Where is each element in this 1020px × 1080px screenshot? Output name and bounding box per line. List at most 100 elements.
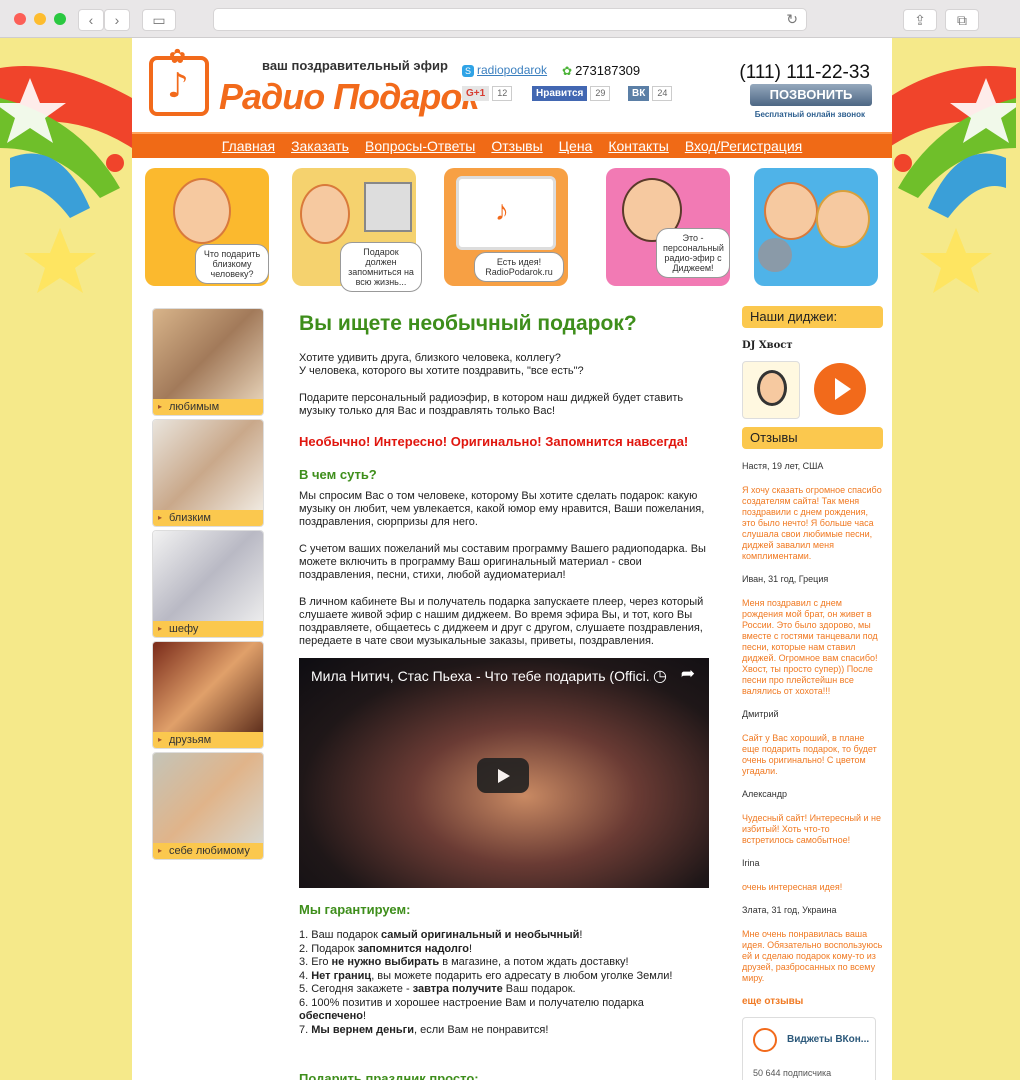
essence-heading: В чем суть?: [299, 467, 377, 482]
nav-faq[interactable]: Вопросы-Ответы: [365, 134, 475, 158]
essence-paragraph-2: С учетом ваших пожеланий мы составим про…: [299, 543, 706, 581]
banner-bubble-2: Подарок должен запомниться на всю жизнь.…: [340, 242, 422, 292]
nav-reviews[interactable]: Отзывы: [491, 134, 542, 158]
nav-order[interactable]: Заказать: [291, 134, 349, 158]
skype-link[interactable]: Sradiopodarok: [462, 63, 547, 77]
zoom-window-button[interactable]: [54, 13, 66, 25]
play-button[interactable]: [477, 758, 529, 793]
banner-card-1[interactable]: Что подарить близкому человеку?: [145, 168, 269, 286]
banner-card-2[interactable]: Подарок должен запомниться на всю жизнь.…: [292, 168, 422, 292]
review-author: Иван, 31 год, Греция: [742, 574, 829, 584]
vk-widget-title[interactable]: Виджеты ВКон...: [787, 1034, 869, 1045]
watch-later-icon[interactable]: ◷: [653, 666, 667, 686]
skype-text: radiopodarok: [477, 63, 548, 77]
nav-price[interactable]: Цена: [559, 134, 593, 158]
guarantee-text: Ваш подарок.: [502, 983, 576, 995]
headphones-icon: [757, 370, 787, 406]
guarantee-text: в магазине, а потом ждать доставку!: [439, 956, 629, 968]
guarantee-item: 6. 100% позитив и хорошее настроение Вам…: [299, 997, 709, 1024]
sidebar-toggle-icon[interactable]: ▭: [142, 9, 176, 31]
girl-illustration: [816, 190, 870, 248]
category-loved[interactable]: ▸ любимым: [152, 308, 264, 416]
nav-home[interactable]: Главная: [222, 134, 275, 158]
essence-paragraph-1: Мы спросим Вас о том человеке, которому …: [299, 490, 705, 528]
guarantee-bold: Мы вернем деньги: [311, 1023, 414, 1036]
more-reviews-link[interactable]: еще отзывы: [742, 996, 883, 1007]
icq-text: 273187309: [575, 63, 641, 78]
main-nav: Главная Заказать Вопросы-Ответы Отзывы Цена К…: [132, 132, 892, 158]
category-self[interactable]: ▸ себе любимому: [152, 752, 264, 860]
intro-line-1: Хотите удивить друга, близкого человека,…: [299, 352, 561, 364]
reload-icon[interactable]: ↻: [786, 11, 798, 28]
category-label-text: шефу: [169, 623, 199, 635]
guarantee-item: 4. Нет границ, вы можете подарить его ад…: [299, 970, 709, 984]
banner-bubble-3: Есть идея! RadioPodarok.ru: [474, 252, 564, 282]
guarantee-text: 5. Сегодня закажете -: [299, 983, 413, 995]
guarantee-bold: завтра получите: [412, 983, 503, 995]
guarantee-text: , если Вам не понравится!: [413, 1023, 549, 1036]
guarantee-text: , вы можете подарить его адресату в любо…: [371, 969, 673, 982]
decor-right: [888, 38, 1020, 1080]
close-window-button[interactable]: [14, 13, 26, 25]
call-note: Бесплатный онлайн звонок: [754, 110, 865, 119]
back-button[interactable]: ‹: [78, 9, 104, 31]
dj-avatar[interactable]: [742, 361, 800, 419]
vk-widget[interactable]: ВК 24: [628, 86, 673, 101]
review-text: Меня поздравил с днем рождения мой брат,…: [742, 598, 878, 696]
category-label: ▸ себе любимому: [153, 843, 263, 859]
nav-contacts[interactable]: Контакты: [608, 134, 668, 158]
fb-widget[interactable]: Нравится 29: [532, 86, 611, 101]
address-bar[interactable]: ↻: [213, 8, 807, 31]
icq-icon: ✿: [562, 64, 573, 78]
boy-illustration: [173, 178, 231, 244]
share-icon[interactable]: ⇪: [903, 9, 937, 31]
guarantee-text: 2. Подарок: [299, 942, 358, 955]
category-label: ▸ шефу: [153, 621, 263, 637]
gplus-count: 12: [492, 86, 513, 101]
video-player[interactable]: Мила Нитич, Стас Пьеха - Что тебе подари…: [299, 658, 709, 888]
gplus-widget[interactable]: G+1 12: [462, 86, 513, 101]
category-label: ▸ близким: [153, 510, 263, 526]
video-title[interactable]: Мила Нитич, Стас Пьеха - Что тебе подари…: [311, 668, 651, 684]
guarantee-item: 5. Сегодня закажете - завтра получите Ва…: [299, 983, 709, 997]
music-note-icon: ♪: [495, 195, 509, 226]
minimize-window-button[interactable]: [34, 13, 46, 25]
gplus-button[interactable]: G+1: [462, 86, 490, 101]
fb-count: 29: [590, 86, 611, 101]
stars-decoration: [0, 66, 132, 293]
boy-illustration: [764, 182, 818, 240]
guarantee-item: 3. Его не нужно выбирать в магазине, а п…: [299, 956, 709, 970]
decor-left: [0, 38, 132, 1080]
guarantee-text: 6. 100% позитив и хорошее настроение Вам…: [299, 996, 644, 1009]
intro-line-2: У человека, которого вы хотите поздравит…: [299, 365, 584, 377]
gift-logo-icon[interactable]: ✿ ♪: [149, 46, 209, 116]
guarantee-text: 7.: [299, 1023, 312, 1036]
review-text: Чудесный сайт! Интересный и не избитый! …: [742, 813, 882, 845]
banner-card-4[interactable]: Это - персональный радио-эфир с Диджеем!: [606, 168, 730, 286]
banner-bubble-4: Это - персональный радио-эфир с Диджеем!: [656, 228, 730, 278]
family-photo: [153, 420, 263, 512]
guarantee-bold: запомнится надолго: [357, 942, 470, 955]
tabs-icon[interactable]: ⧉: [945, 9, 979, 31]
category-friends[interactable]: ▸ друзьям: [152, 641, 264, 749]
vk-count: 24: [652, 86, 673, 101]
nav-login[interactable]: Вход/Регистрация: [685, 134, 802, 158]
guarantee-bold: Нет границ: [311, 969, 372, 982]
forward-button[interactable]: ›: [104, 9, 130, 31]
icq-number: ✿ 273187309: [562, 63, 640, 78]
dj-play-button[interactable]: [814, 363, 866, 415]
brand-name[interactable]: Радио Подарок: [219, 76, 480, 118]
guarantee-text: 1. Ваш подарок: [299, 929, 382, 941]
guarantee-bold: не нужно выбирать: [331, 956, 440, 968]
category-close[interactable]: ▸ близким: [152, 419, 264, 527]
call-button[interactable]: ПОЗВОНИТЬ: [750, 84, 872, 106]
category-boss[interactable]: ▸ шефу: [152, 530, 264, 638]
intro-paragraph: Хотите удивить друга, близкого человека,…: [299, 352, 709, 378]
vk-widget-box[interactable]: Виджеты ВКон... 50 644 подписчика: [742, 1017, 876, 1080]
share-icon[interactable]: ➦: [681, 664, 695, 684]
fb-like-button[interactable]: Нравится: [532, 86, 588, 101]
banner-card-3[interactable]: ♪ Есть идея! RadioPodarok.ru: [444, 168, 568, 286]
arrow-icon: ▸: [158, 624, 163, 633]
banner-card-5[interactable]: [754, 168, 878, 286]
vk-like-button[interactable]: ВК: [628, 86, 650, 101]
